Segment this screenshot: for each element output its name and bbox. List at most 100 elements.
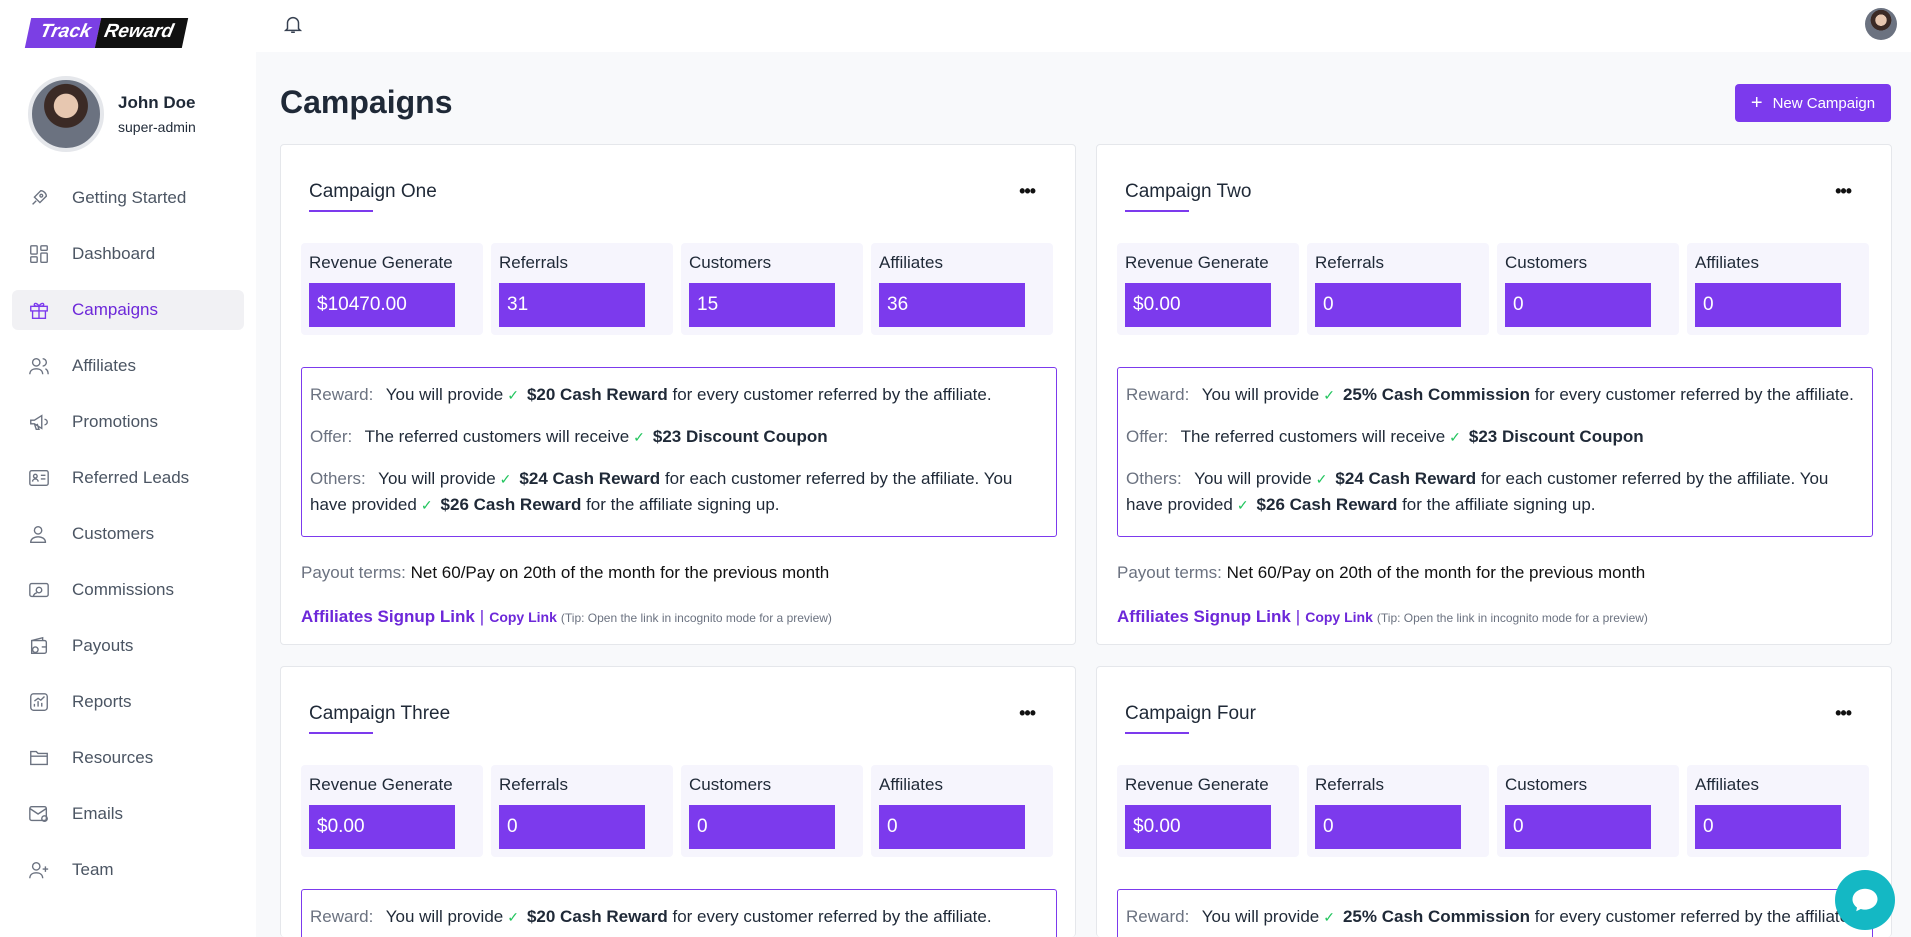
sidebar-item-customers[interactable]: Customers (12, 514, 244, 554)
sidebar-item-team[interactable]: Team (12, 850, 244, 890)
sidebar-item-resources[interactable]: Resources (12, 738, 244, 778)
others-row: Others: You will provide ✓ $24 Cash Reward… (310, 466, 1048, 518)
affiliates-signup-link[interactable]: Affiliates Signup Link (1117, 607, 1291, 626)
reward-value: $20 Cash Reward (526, 907, 668, 926)
more-options-icon[interactable]: ••• (1835, 181, 1852, 202)
user-profile: John Doe super-admin (28, 76, 196, 152)
sidebar-item-affiliates[interactable]: Affiliates (12, 346, 244, 386)
stat-value: $0.00 (1125, 283, 1271, 327)
stat-value: 0 (1315, 805, 1461, 849)
campaign-rules: Reward: You will provide ✓ 25% Cash Commis… (1117, 889, 1873, 937)
stat-value: 0 (1695, 283, 1841, 327)
payout-value: Net 60/Pay on 20th of the month for the … (1226, 563, 1646, 582)
more-options-icon[interactable]: ••• (1019, 703, 1036, 724)
campaign-card: Campaign Three ••• Revenue Generate $0.00… (280, 666, 1076, 937)
title-underline (1125, 210, 1189, 212)
sidebar-item-dashboard[interactable]: Dashboard (12, 234, 244, 274)
others-value: $24 Cash Reward (519, 469, 661, 488)
stat-value: 0 (689, 805, 835, 849)
sidebar-item-campaigns[interactable]: Campaigns (12, 290, 244, 330)
sidebar-item-referred-leads[interactable]: Referred Leads (12, 458, 244, 498)
sidebar-item-reports[interactable]: Reports (12, 682, 244, 722)
stat-affiliates: Affiliates 36 (871, 243, 1053, 335)
stat-label: Revenue Generate (1125, 253, 1269, 272)
user-name: John Doe (118, 93, 196, 112)
sidebar-item-commissions[interactable]: Commissions (12, 570, 244, 610)
cash-icon (28, 579, 50, 601)
sidebar-item-getting-started[interactable]: Getting Started (12, 178, 244, 218)
offer-value: $23 Discount Coupon (1468, 427, 1644, 446)
check-icon: ✓ (1236, 497, 1249, 513)
affiliates-signup-link[interactable]: Affiliates Signup Link (301, 607, 475, 626)
check-icon: ✓ (507, 909, 519, 925)
sidebar-item-label: Campaigns (72, 300, 158, 319)
reward-value: 25% Cash Commission (1342, 385, 1531, 404)
link-separator: | (1295, 607, 1301, 626)
offer-label: Offer: (310, 427, 353, 446)
others-label: Others: (310, 469, 366, 488)
reward-post: for every customer referred by the affil… (672, 907, 992, 926)
sidebar-item-label: Affiliates (72, 356, 136, 375)
more-options-icon[interactable]: ••• (1835, 703, 1852, 724)
copy-link-button[interactable]: Copy Link (489, 609, 557, 625)
stat-referrals: Referrals 0 (491, 765, 673, 857)
others-value2: $26 Cash Reward (1256, 495, 1398, 514)
offer-row: Offer: The referred customers will recei… (310, 424, 1048, 450)
stat-revenue: Revenue Generate $0.00 (301, 765, 483, 857)
sidebar-item-emails[interactable]: Emails (12, 794, 244, 834)
stat-value: 0 (1695, 805, 1841, 849)
offer-pre: The referred customers will receive (364, 427, 630, 446)
others-value2: $26 Cash Reward (440, 495, 582, 514)
sidebar-item-label: Commissions (72, 580, 175, 599)
stats-row: Revenue Generate $0.00 Referrals 0 Custome… (1117, 765, 1869, 857)
stat-value: 0 (1505, 805, 1651, 849)
stats-row: Revenue Generate $0.00 Referrals 0 Custome… (1117, 243, 1869, 335)
brand-logo-part1: Track (24, 18, 102, 48)
payout-value: Net 60/Pay on 20th of the month for the … (410, 563, 830, 582)
stat-label: Revenue Generate (309, 775, 453, 794)
stat-customers: Customers 0 (1497, 765, 1679, 857)
campaign-title: Campaign Two (1125, 181, 1252, 202)
plus-icon: + (1750, 92, 1763, 114)
rocket-icon (28, 187, 50, 209)
sidebar-item-label: Customers (72, 524, 155, 543)
stat-label: Affiliates (1695, 253, 1759, 272)
stat-value: 36 (879, 283, 1025, 327)
chat-launcher-button[interactable] (1835, 870, 1895, 930)
check-icon: ✓ (420, 497, 433, 513)
offer-value: $23 Discount Coupon (652, 427, 828, 446)
signup-links: Affiliates Signup Link | Copy Link (Tip: Op… (301, 607, 832, 627)
others-pre: You will provide (378, 469, 496, 488)
stat-customers: Customers 0 (681, 765, 863, 857)
avatar[interactable] (1865, 8, 1897, 40)
page-title: Campaigns (280, 84, 453, 120)
check-icon: ✓ (1323, 387, 1335, 403)
others-value: $24 Cash Reward (1335, 469, 1477, 488)
others-row: Others: You will provide ✓ $24 Cash Reward… (1126, 466, 1864, 518)
sidebar-item-label: Team (72, 860, 114, 879)
sidebar-item-payouts[interactable]: Payouts (12, 626, 244, 666)
stat-affiliates: Affiliates 0 (871, 765, 1053, 857)
reward-pre: You will provide (385, 907, 504, 926)
new-campaign-button[interactable]: + New Campaign (1735, 84, 1891, 122)
campaign-rules: Reward: You will provide ✓ 25% Cash Commis… (1117, 367, 1873, 537)
reward-row: Reward: You will provide ✓ $20 Cash Reward… (310, 382, 1048, 408)
copy-link-button[interactable]: Copy Link (1305, 609, 1373, 625)
campaign-title: Campaign One (309, 181, 437, 202)
users-icon (28, 355, 50, 377)
stat-customers: Customers 0 (1497, 243, 1679, 335)
stat-value: $0.00 (1125, 805, 1271, 849)
topbar (256, 0, 1911, 52)
chart-icon (28, 691, 50, 713)
bell-icon[interactable] (282, 12, 304, 36)
others-label: Others: (1126, 469, 1182, 488)
more-options-icon[interactable]: ••• (1019, 181, 1036, 202)
sidebar-item-label: Emails (72, 804, 124, 823)
check-icon: ✓ (1449, 429, 1461, 445)
folder-icon (28, 747, 50, 769)
title-underline (309, 210, 373, 212)
stats-row: Revenue Generate $0.00 Referrals 0 Custome… (301, 765, 1053, 857)
sidebar-item-promotions[interactable]: Promotions (12, 402, 244, 442)
brand-logo[interactable]: Track Reward (24, 18, 189, 48)
campaign-title: Campaign Three (309, 703, 451, 724)
